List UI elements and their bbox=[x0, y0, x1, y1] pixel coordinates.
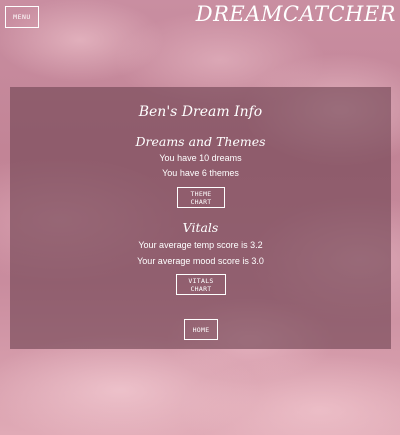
vitals-heading: Vitals bbox=[182, 220, 219, 235]
theme-chart-button[interactable]: THEME CHART bbox=[177, 187, 225, 208]
menu-button[interactable]: MENU bbox=[5, 6, 39, 28]
vitals-chart-button[interactable]: VITALS CHART bbox=[176, 274, 226, 295]
dream-count-text: You have 10 dreams bbox=[159, 153, 242, 163]
page-title: Ben's Dream Info bbox=[138, 104, 263, 120]
dream-info-panel: Ben's Dream Info Dreams and Themes You h… bbox=[10, 87, 391, 349]
dreams-themes-heading: Dreams and Themes bbox=[135, 134, 266, 149]
avg-mood-text: Your average mood score is 3.0 bbox=[137, 256, 264, 266]
home-button[interactable]: HOME bbox=[184, 319, 218, 340]
avg-temp-text: Your average temp score is 3.2 bbox=[138, 240, 263, 250]
theme-count-text: You have 6 themes bbox=[162, 168, 239, 178]
brand-logo: DREAMCATCHER bbox=[195, 2, 396, 26]
